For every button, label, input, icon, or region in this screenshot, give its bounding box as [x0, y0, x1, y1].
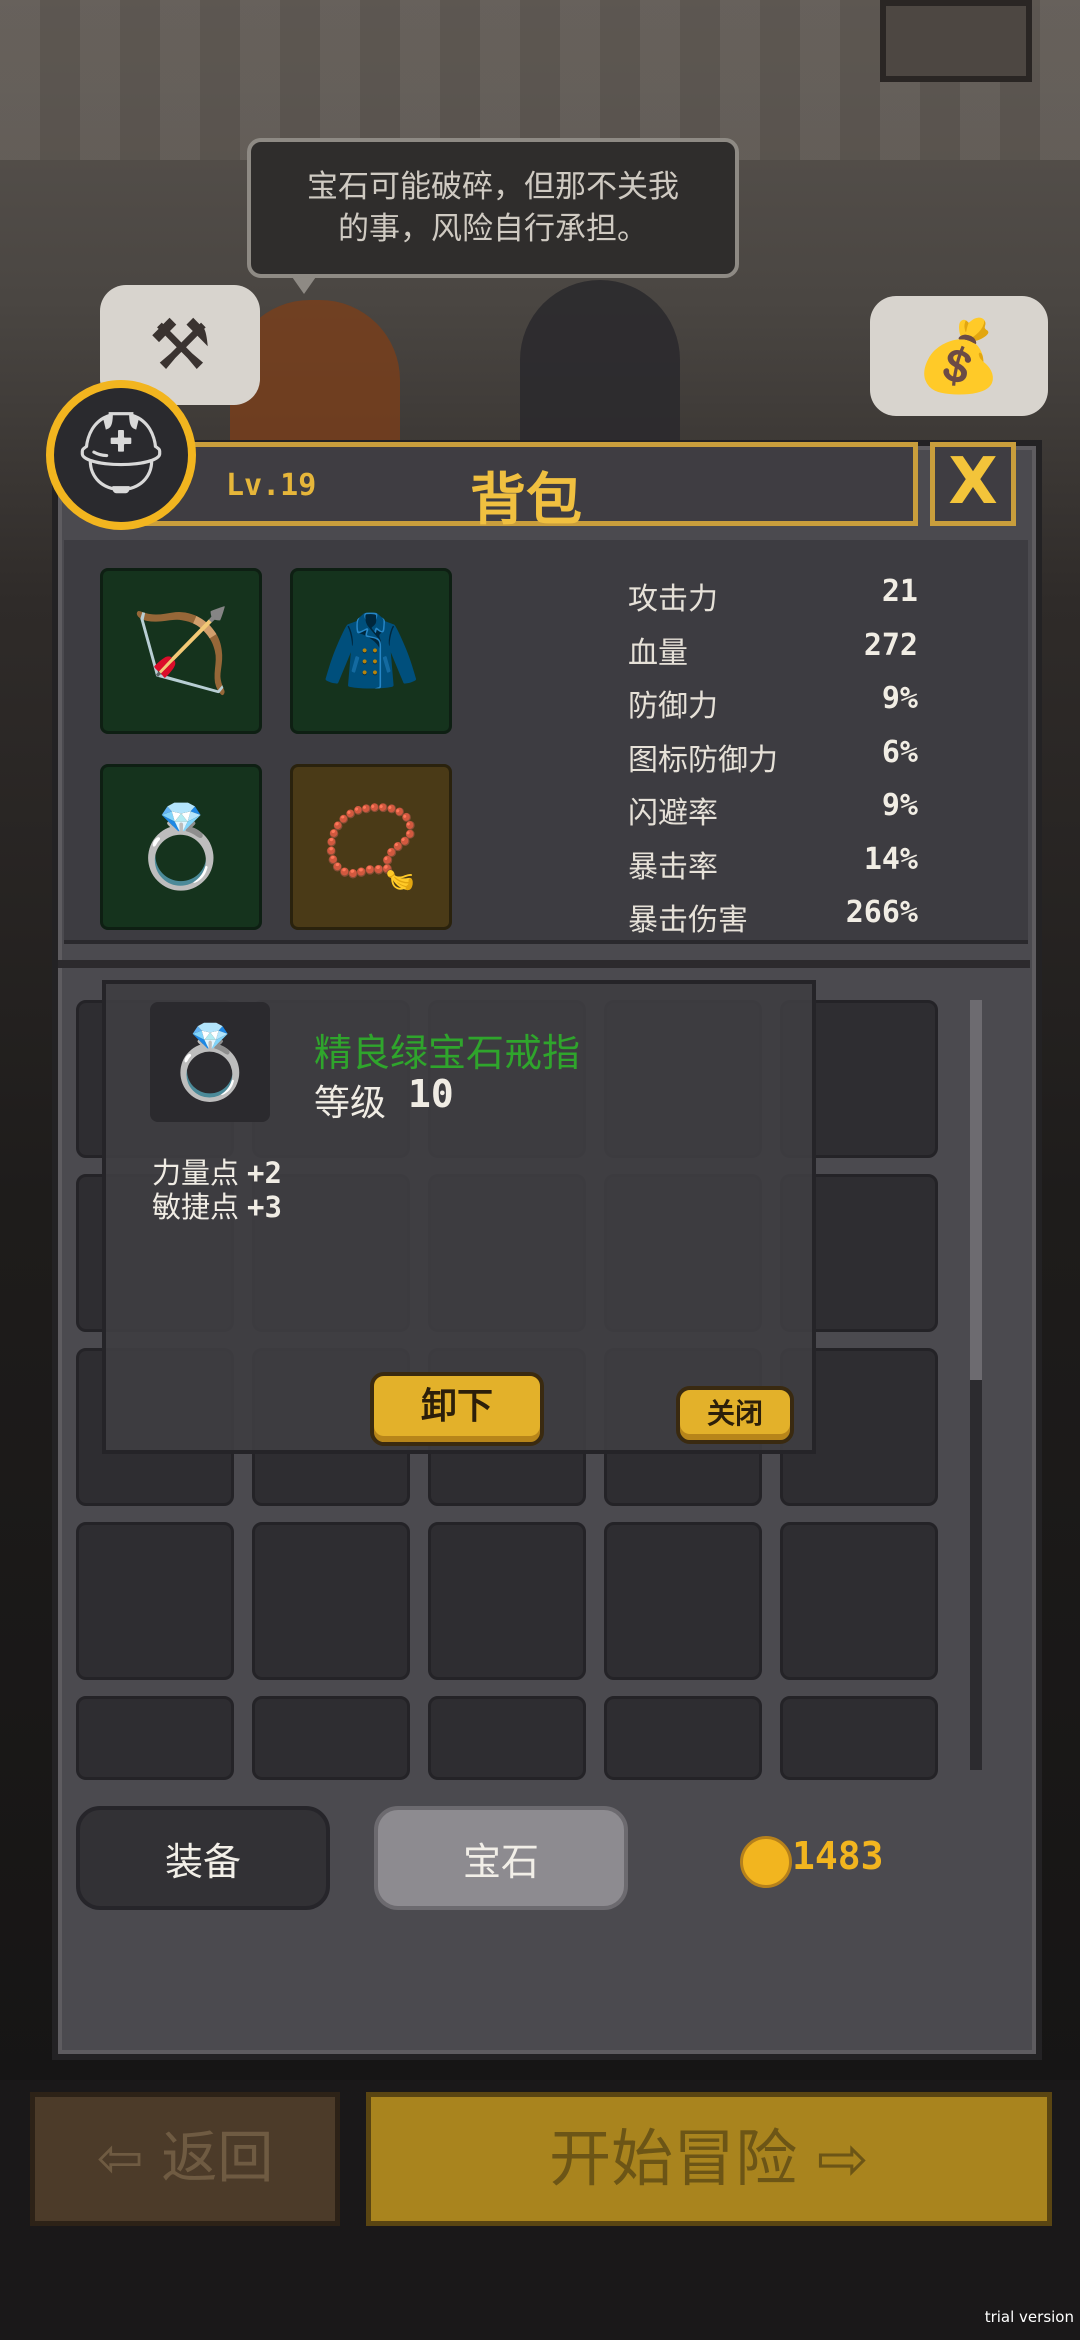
start-adventure-icon: ⇨ — [797, 2122, 869, 2195]
inventory-slot[interactable] — [76, 1522, 234, 1680]
stat-label: 暴击率 — [628, 849, 718, 885]
stat-label: 血量 — [628, 635, 688, 671]
stat-row: 攻击力 21 — [628, 574, 918, 628]
speech-line-1: 宝石可能破碎，但那不关我 — [307, 169, 679, 205]
gold-amount: 1483 — [792, 1834, 884, 1878]
stat-row: 暴击率 14% — [628, 842, 918, 896]
panel-title: 背包 — [470, 468, 582, 533]
emerald-amulet-icon[interactable]: 📿 — [290, 764, 452, 930]
stat-label: 暴击伤害 — [628, 903, 748, 938]
stat-value: 266% — [845, 895, 918, 930]
unequip-button[interactable]: 卸下 — [370, 1372, 544, 1446]
tab-gems[interactable]: 宝石 — [374, 1806, 628, 1910]
inventory-slot[interactable] — [604, 1522, 762, 1680]
emerald-ring-icon: 💍 — [150, 1002, 270, 1122]
gold-coin-icon — [740, 1836, 792, 1888]
stat-label: 攻击力 — [628, 582, 718, 617]
item-attribute: 敏捷点 +3 — [152, 1184, 282, 1226]
shop-door-dark — [520, 280, 680, 460]
npc-speech-bubble: 宝石可能破碎，但那不关我 的事，风险自行承担。 — [247, 138, 739, 278]
stat-value: 14% — [863, 841, 918, 877]
stat-row: 图标防御力 6% — [628, 735, 918, 789]
stat-row: 血量 272 — [628, 628, 918, 682]
stat-value: 21 — [881, 574, 918, 609]
close-button[interactable]: X — [930, 442, 1016, 526]
inventory-slot[interactable] — [604, 1696, 762, 1780]
coin-bag-icon[interactable]: 💰 — [870, 296, 1048, 416]
inventory-slot[interactable] — [780, 1696, 938, 1780]
item-level-label: 等级 — [314, 1083, 387, 1124]
emerald-ring-icon[interactable]: 💍 — [100, 764, 262, 930]
helmet-icon[interactable]: ⛑ — [46, 380, 196, 530]
stat-row: 暴击伤害 266% — [628, 895, 918, 949]
start-adventure-button[interactable]: 开始冒险 ⇨ — [366, 2092, 1052, 2226]
window — [880, 0, 1032, 82]
stat-row: 闪避率 9% — [628, 788, 918, 842]
stat-label: 闪避率 — [628, 796, 718, 831]
stats-list: 攻击力 21 血量 272 防御力 9% 图标防御力 6% 闪避率 9% 暴击率… — [628, 574, 918, 949]
scrollbar-thumb[interactable] — [970, 1000, 982, 1380]
speech-line-2: 的事，风险自行承担。 — [338, 211, 648, 247]
player-level: Lv.19 — [226, 468, 317, 503]
inventory-slot[interactable] — [428, 1522, 586, 1680]
inventory-slot[interactable] — [76, 1696, 234, 1780]
inventory-slot[interactable] — [428, 1696, 586, 1780]
inventory-slot[interactable] — [780, 1522, 938, 1680]
exit-icon: ⇦ — [96, 2126, 162, 2191]
inventory-slot[interactable] — [252, 1696, 410, 1780]
trial-watermark: trial version — [984, 2308, 1074, 2326]
back-label: 返回 — [161, 2126, 274, 2191]
stat-value: 6% — [881, 734, 918, 770]
item-level-value: 10 — [408, 1072, 454, 1116]
item-name: 精良绿宝石戒指 — [314, 1031, 581, 1075]
speech-bubble-tail — [290, 274, 318, 294]
back-button[interactable]: ⇦ 返回 — [30, 2092, 340, 2226]
divider — [58, 960, 1030, 968]
cloak-icon[interactable]: 🧥 — [290, 568, 452, 734]
stat-label: 防御力 — [628, 689, 718, 724]
stat-label: 图标防御力 — [628, 742, 778, 778]
start-label: 开始冒险 — [549, 2122, 798, 2195]
tab-equipment[interactable]: 装备 — [76, 1806, 330, 1910]
inventory-slot[interactable] — [252, 1522, 410, 1680]
crossbow-icon[interactable]: 🏹 — [100, 568, 262, 734]
stat-value: 9% — [881, 788, 918, 823]
stat-row: 防御力 9% — [628, 681, 918, 735]
attribute-value: +3 — [247, 1190, 282, 1224]
tooltip-close-button[interactable]: 关闭 — [676, 1386, 794, 1444]
stat-value: 272 — [863, 627, 918, 663]
stat-value: 9% — [881, 681, 918, 716]
attribute-label: 敏捷点 — [152, 1190, 240, 1224]
